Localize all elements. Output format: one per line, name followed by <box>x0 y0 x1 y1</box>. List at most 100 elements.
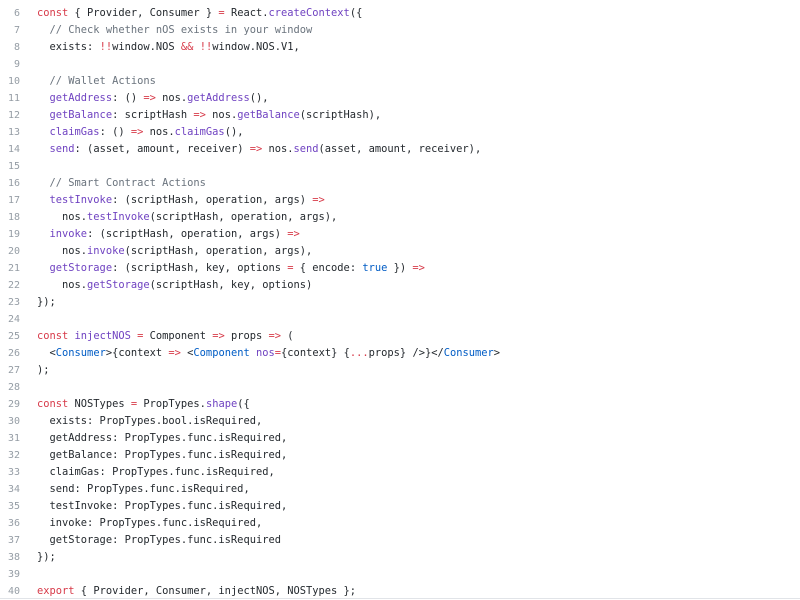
line-number[interactable]: 39 <box>0 566 20 583</box>
line-content <box>20 158 800 175</box>
line-content <box>20 379 800 396</box>
text-token: (), <box>249 92 269 104</box>
line-number[interactable]: 29 <box>0 396 20 413</box>
line-number[interactable]: 24 <box>0 311 20 328</box>
comment-token: // Wallet Actions <box>49 75 156 87</box>
code-line: 32 getBalance: PropTypes.func.isRequired… <box>0 447 800 464</box>
function-token: getStorage <box>87 279 150 291</box>
line-number[interactable]: 21 <box>0 260 20 277</box>
text-token: }) <box>387 262 413 274</box>
function-token: invoke <box>87 245 125 257</box>
line-number[interactable]: 36 <box>0 515 20 532</box>
keyword-token: => <box>412 262 425 274</box>
keyword-token: const <box>37 7 69 19</box>
line-number[interactable]: 7 <box>0 22 20 39</box>
text-token: >{context <box>105 347 169 359</box>
function-token: invoke <box>49 228 88 240</box>
line-number[interactable]: 33 <box>0 464 20 481</box>
line-content: getStorage: (scriptHash, key, options = … <box>20 260 800 277</box>
line-content: send: (asset, amount, receiver) => nos.s… <box>20 141 800 158</box>
text-token: < <box>180 347 194 359</box>
code-line: 37 getStorage: PropTypes.func.isRequired <box>0 532 800 549</box>
line-number[interactable]: 14 <box>0 141 20 158</box>
line-content: }); <box>20 294 800 311</box>
keyword-token: => <box>312 194 325 206</box>
line-number[interactable]: 22 <box>0 277 20 294</box>
line-content: const { Provider, Consumer } = React.cre… <box>20 5 800 22</box>
code-line: 26 <Consumer>{context => <Component nos=… <box>0 345 800 362</box>
code-line: 28 <box>0 379 800 396</box>
line-content: nos.getStorage(scriptHash, key, options) <box>20 277 800 294</box>
line-number[interactable]: 12 <box>0 107 20 124</box>
text-token: window.NOS <box>112 41 181 53</box>
code-line: 7 // Check whether nOS exists in your wi… <box>0 22 800 39</box>
line-number[interactable]: 23 <box>0 294 20 311</box>
line-number[interactable]: 19 <box>0 226 20 243</box>
line-content: // Check whether nOS exists in your wind… <box>20 22 800 39</box>
text-token: getStorage: PropTypes.func.isRequired <box>37 534 281 546</box>
text-token: < <box>37 347 56 359</box>
line-content: getAddress: PropTypes.func.isRequired, <box>20 430 800 447</box>
function-token: createContext <box>268 7 350 19</box>
text-token: : (scriptHash, operation, args) <box>87 228 288 240</box>
text-token: (scriptHash, operation, args), <box>124 245 313 257</box>
code-line: 18 nos.testInvoke(scriptHash, operation,… <box>0 209 800 226</box>
line-number[interactable]: 25 <box>0 328 20 345</box>
line-number[interactable]: 18 <box>0 209 20 226</box>
line-number[interactable]: 10 <box>0 73 20 90</box>
line-content: invoke: PropTypes.func.isRequired, <box>20 515 800 532</box>
function-token: nos <box>256 347 275 359</box>
text-token: React. <box>224 7 269 19</box>
line-number[interactable]: 26 <box>0 345 20 362</box>
line-content: getBalance: PropTypes.func.isRequired, <box>20 447 800 464</box>
line-number[interactable]: 37 <box>0 532 20 549</box>
line-number[interactable]: 13 <box>0 124 20 141</box>
line-number[interactable]: 32 <box>0 447 20 464</box>
text-token: PropTypes. <box>137 398 206 410</box>
line-number[interactable]: 16 <box>0 175 20 192</box>
line-content: claimGas: () => nos.claimGas(), <box>20 124 800 141</box>
line-number[interactable]: 9 <box>0 56 20 73</box>
code-line: 14 send: (asset, amount, receiver) => no… <box>0 141 800 158</box>
code-line: 30 exists: PropTypes.bool.isRequired, <box>0 413 800 430</box>
code-line: 25 const injectNOS = Component => props =… <box>0 328 800 345</box>
text-token: ); <box>37 364 50 376</box>
text-token: {context} { <box>281 347 350 359</box>
line-number[interactable]: 31 <box>0 430 20 447</box>
line-content: const injectNOS = Component => props => … <box>20 328 800 345</box>
code-line: 11 getAddress: () => nos.getAddress(), <box>0 90 800 107</box>
code-line: 29 const NOSTypes = PropTypes.shape({ <box>0 396 800 413</box>
code-line: 13 claimGas: () => nos.claimGas(), <box>0 124 800 141</box>
line-content: testInvoke: (scriptHash, operation, args… <box>20 192 800 209</box>
line-content: const NOSTypes = PropTypes.shape({ <box>20 396 800 413</box>
line-number[interactable]: 11 <box>0 90 20 107</box>
keyword-token: => <box>268 330 282 342</box>
keyword-token: => <box>143 92 156 104</box>
line-number[interactable]: 17 <box>0 192 20 209</box>
function-token: getAddress <box>187 92 250 104</box>
keyword-token: export <box>37 585 75 597</box>
code-line: 39 <box>0 566 800 583</box>
line-number[interactable]: 20 <box>0 243 20 260</box>
line-number[interactable]: 34 <box>0 481 20 498</box>
text-token: : (scriptHash, key, options <box>112 262 288 274</box>
line-number[interactable]: 27 <box>0 362 20 379</box>
text-token: nos. <box>143 126 175 138</box>
line-number[interactable]: 6 <box>0 5 20 22</box>
code-line: 9 <box>0 56 800 73</box>
keyword-token: => <box>212 330 225 342</box>
code-line: 17 testInvoke: (scriptHash, operation, a… <box>0 192 800 209</box>
text-token: getAddress: PropTypes.func.isRequired, <box>37 432 288 444</box>
line-number[interactable]: 38 <box>0 549 20 566</box>
line-number[interactable]: 35 <box>0 498 20 515</box>
code-line: 34 send: PropTypes.func.isRequired, <box>0 481 800 498</box>
line-number[interactable]: 28 <box>0 379 20 396</box>
line-number[interactable]: 30 <box>0 413 20 430</box>
line-number[interactable]: 15 <box>0 158 20 175</box>
line-number[interactable]: 8 <box>0 39 20 56</box>
